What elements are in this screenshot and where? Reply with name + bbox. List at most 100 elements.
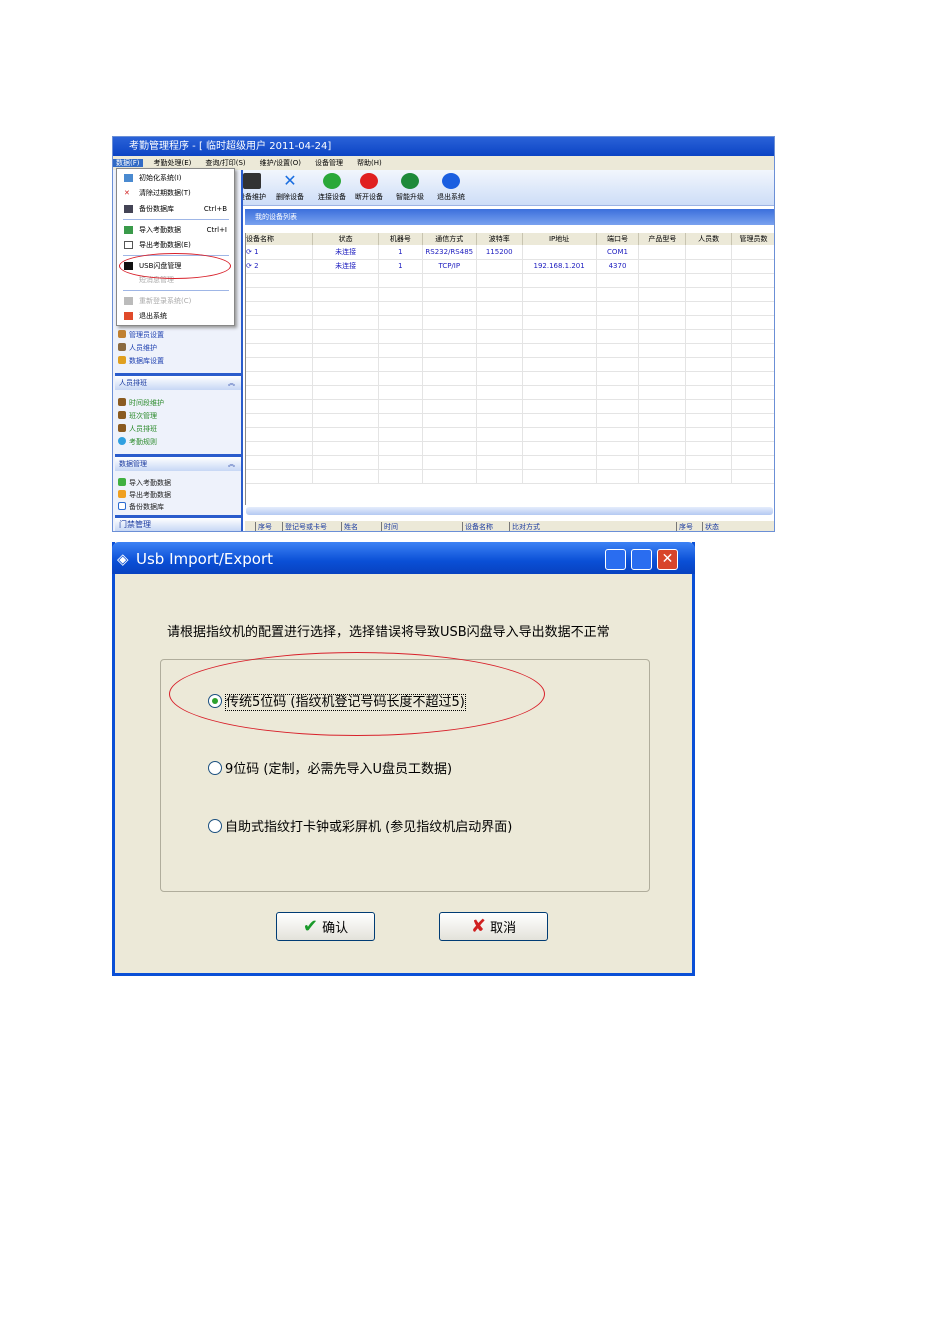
col-device-name[interactable]: 设备名称 bbox=[246, 233, 314, 245]
export-icon bbox=[124, 241, 133, 249]
x-icon: ✘ bbox=[470, 916, 486, 937]
close-button[interactable]: ✕ bbox=[657, 549, 678, 570]
table-header: 设备名称 状态 机器号 通信方式 波特率 IP地址 端口号 产品型号 人员数 管… bbox=[246, 233, 774, 245]
data-menu-dropdown: 初始化系统(I) ✕ 清除过期数据(T) 备份数据库 Ctrl+B 导入考勤数据 Ct… bbox=[116, 168, 235, 326]
globe-icon bbox=[401, 173, 419, 189]
menu-data[interactable]: 数据(F) bbox=[113, 159, 143, 167]
dialog-title-bar: ◈ Usb Import/Export ✕ bbox=[112, 542, 695, 574]
power-icon bbox=[442, 173, 460, 189]
sidebar-item-staff[interactable]: 人员维护 bbox=[118, 343, 157, 353]
col-device[interactable]: 设备名称 bbox=[462, 522, 493, 531]
cancel-button[interactable]: ✘ 取消 bbox=[439, 912, 548, 941]
highlight-ellipse bbox=[119, 253, 231, 279]
menu-attendance[interactable]: 考勤处理(E) bbox=[151, 159, 195, 167]
app-title-bar: 考勤管理程序 - [ 临时超级用户 2011-04-24] bbox=[113, 137, 774, 156]
col-name[interactable]: 姓名 bbox=[341, 522, 358, 531]
menu-item-clear[interactable]: ✕ 清除过期数据(T) bbox=[121, 186, 231, 200]
option-self-service[interactable]: 自助式指纹打卡钟或彩屏机 (参见指纹机启动界面) bbox=[208, 816, 512, 835]
col-enroll-no[interactable]: 登记号或卡号 bbox=[282, 522, 327, 531]
import-icon bbox=[118, 478, 126, 486]
ok-button[interactable]: ✔ 确认 bbox=[276, 912, 375, 941]
stop-icon bbox=[360, 173, 378, 189]
device-icon bbox=[243, 173, 261, 189]
menu-item-exit[interactable]: 退出系统 bbox=[121, 309, 231, 323]
app-title: 考勤管理程序 - [ 临时超级用户 2011-04-24] bbox=[129, 141, 332, 152]
exit-system-button[interactable]: 退出系统 bbox=[432, 173, 470, 202]
sidebar-item-db-settings[interactable]: 数据库设置 bbox=[118, 356, 164, 366]
menu-maintenance[interactable]: 维护/设置(O) bbox=[257, 159, 304, 167]
sidebar-item-backup[interactable]: 备份数据库 bbox=[118, 502, 164, 512]
device-list-header: 我的设备列表 bbox=[245, 209, 774, 225]
sidebar-item-timeslot[interactable]: 时间段维护 bbox=[118, 398, 164, 408]
sidebar-item-import[interactable]: 导入考勤数据 bbox=[118, 478, 171, 488]
admin-icon bbox=[118, 330, 126, 338]
col-verify[interactable]: 比对方式 bbox=[509, 522, 540, 531]
rule-icon bbox=[118, 437, 126, 445]
sidebar-item-schedule[interactable]: 人员排班 bbox=[118, 424, 157, 434]
col-machine-no[interactable]: 机器号 bbox=[378, 233, 423, 245]
instruction-text: 请根据指纹机的配置进行选择，选择错误将导致USB闪盘导入导出数据不正常 bbox=[167, 625, 610, 640]
connect-device-button[interactable]: 连接设备 bbox=[313, 173, 351, 202]
col-seq-right[interactable]: 序号 bbox=[676, 522, 693, 531]
toolbar: 设备维护 ✕ 删除设备 连接设备 断开设备 智能升级 退出系统 bbox=[233, 170, 774, 206]
sidebar-item-export[interactable]: 导出考勤数据 bbox=[118, 490, 171, 500]
col-ip[interactable]: IP地址 bbox=[522, 233, 597, 245]
device-table: 设备名称 状态 机器号 通信方式 波特率 IP地址 端口号 产品型号 人员数 管… bbox=[245, 233, 774, 505]
menu-item-init[interactable]: 初始化系统(I) bbox=[121, 171, 231, 185]
sidebar-item-shift[interactable]: 班次管理 bbox=[118, 411, 157, 421]
col-state-right[interactable]: 状态 bbox=[702, 522, 719, 531]
collapse-icon[interactable]: ︽ bbox=[228, 376, 235, 390]
menu-item-relogin: 重新登录系统(C) bbox=[121, 294, 231, 308]
col-admins[interactable]: 管理员数 bbox=[731, 233, 774, 245]
people-icon bbox=[118, 343, 126, 351]
import-icon bbox=[124, 226, 133, 234]
minimize-button[interactable] bbox=[605, 549, 626, 570]
play-icon bbox=[323, 173, 341, 189]
section-data-management[interactable]: 数据管理 ︽ bbox=[115, 454, 241, 471]
col-comm[interactable]: 通信方式 bbox=[422, 233, 477, 245]
radio[interactable] bbox=[208, 819, 222, 833]
users-icon bbox=[124, 297, 133, 305]
menu-device[interactable]: 设备管理 bbox=[312, 159, 346, 167]
calendar-icon bbox=[118, 398, 126, 406]
sidebar-item-admin[interactable]: 管理员设置 bbox=[118, 330, 164, 340]
collapse-icon[interactable]: ︽ bbox=[228, 457, 235, 471]
house-icon bbox=[124, 174, 133, 182]
menu-help[interactable]: 帮助(H) bbox=[354, 159, 385, 167]
calendar-icon bbox=[118, 424, 126, 432]
records-table-header: 序号 登记号或卡号 姓名 时间 设备名称 比对方式 序号 状态 bbox=[245, 521, 774, 531]
option-9-digit[interactable]: 9位码 (定制，必需先导入U盘员工数据) bbox=[208, 758, 452, 777]
x-icon: ✕ bbox=[283, 171, 297, 190]
table-row[interactable]: ⟳ 1 未连接 1 RS232/RS485 115200 COM1 bbox=[246, 245, 774, 260]
menu-item-export[interactable]: 导出考勤数据(E) bbox=[121, 238, 231, 252]
sidebar-item-rules[interactable]: 考勤规则 bbox=[118, 437, 157, 447]
smart-upgrade-button[interactable]: 智能升级 bbox=[391, 173, 429, 202]
radio[interactable] bbox=[208, 761, 222, 775]
menu-item-backup[interactable]: 备份数据库 Ctrl+B bbox=[121, 202, 231, 216]
highlight-ellipse bbox=[169, 652, 545, 736]
col-status[interactable]: 状态 bbox=[312, 233, 379, 245]
dialog-title: Usb Import/Export bbox=[136, 550, 274, 568]
delete-device-button[interactable]: ✕ 删除设备 bbox=[271, 173, 309, 202]
table-row[interactable]: ⟳ 2 未连接 1 TCP/IP 192.168.1.201 4370 bbox=[246, 259, 774, 274]
col-model[interactable]: 产品型号 bbox=[638, 233, 687, 245]
section-access-control[interactable]: 门禁管理 bbox=[115, 515, 241, 531]
section-scheduling[interactable]: 人员排班 ︽ bbox=[115, 373, 241, 390]
usb-import-export-dialog: ◈ Usb Import/Export ✕ 请根据指纹机的配置进行选择，选择错误… bbox=[112, 542, 695, 976]
col-port[interactable]: 端口号 bbox=[596, 233, 640, 245]
col-baud[interactable]: 波特率 bbox=[476, 233, 523, 245]
maximize-button[interactable] bbox=[631, 549, 652, 570]
x-icon: ✕ bbox=[124, 189, 130, 197]
menu-query-print[interactable]: 查询/打印(S) bbox=[202, 159, 248, 167]
export-icon bbox=[118, 490, 126, 498]
check-icon: ✔ bbox=[302, 916, 318, 937]
disconnect-device-button[interactable]: 断开设备 bbox=[350, 173, 388, 202]
col-users[interactable]: 人员数 bbox=[685, 233, 733, 245]
database-icon bbox=[124, 205, 133, 213]
horizontal-scrollbar[interactable] bbox=[246, 507, 773, 515]
col-seq[interactable]: 序号 bbox=[255, 522, 272, 531]
col-time[interactable]: 时间 bbox=[381, 522, 398, 531]
menu-item-import[interactable]: 导入考勤数据 Ctrl+I bbox=[121, 223, 231, 237]
calendar-icon bbox=[118, 411, 126, 419]
lock-icon bbox=[118, 356, 126, 364]
